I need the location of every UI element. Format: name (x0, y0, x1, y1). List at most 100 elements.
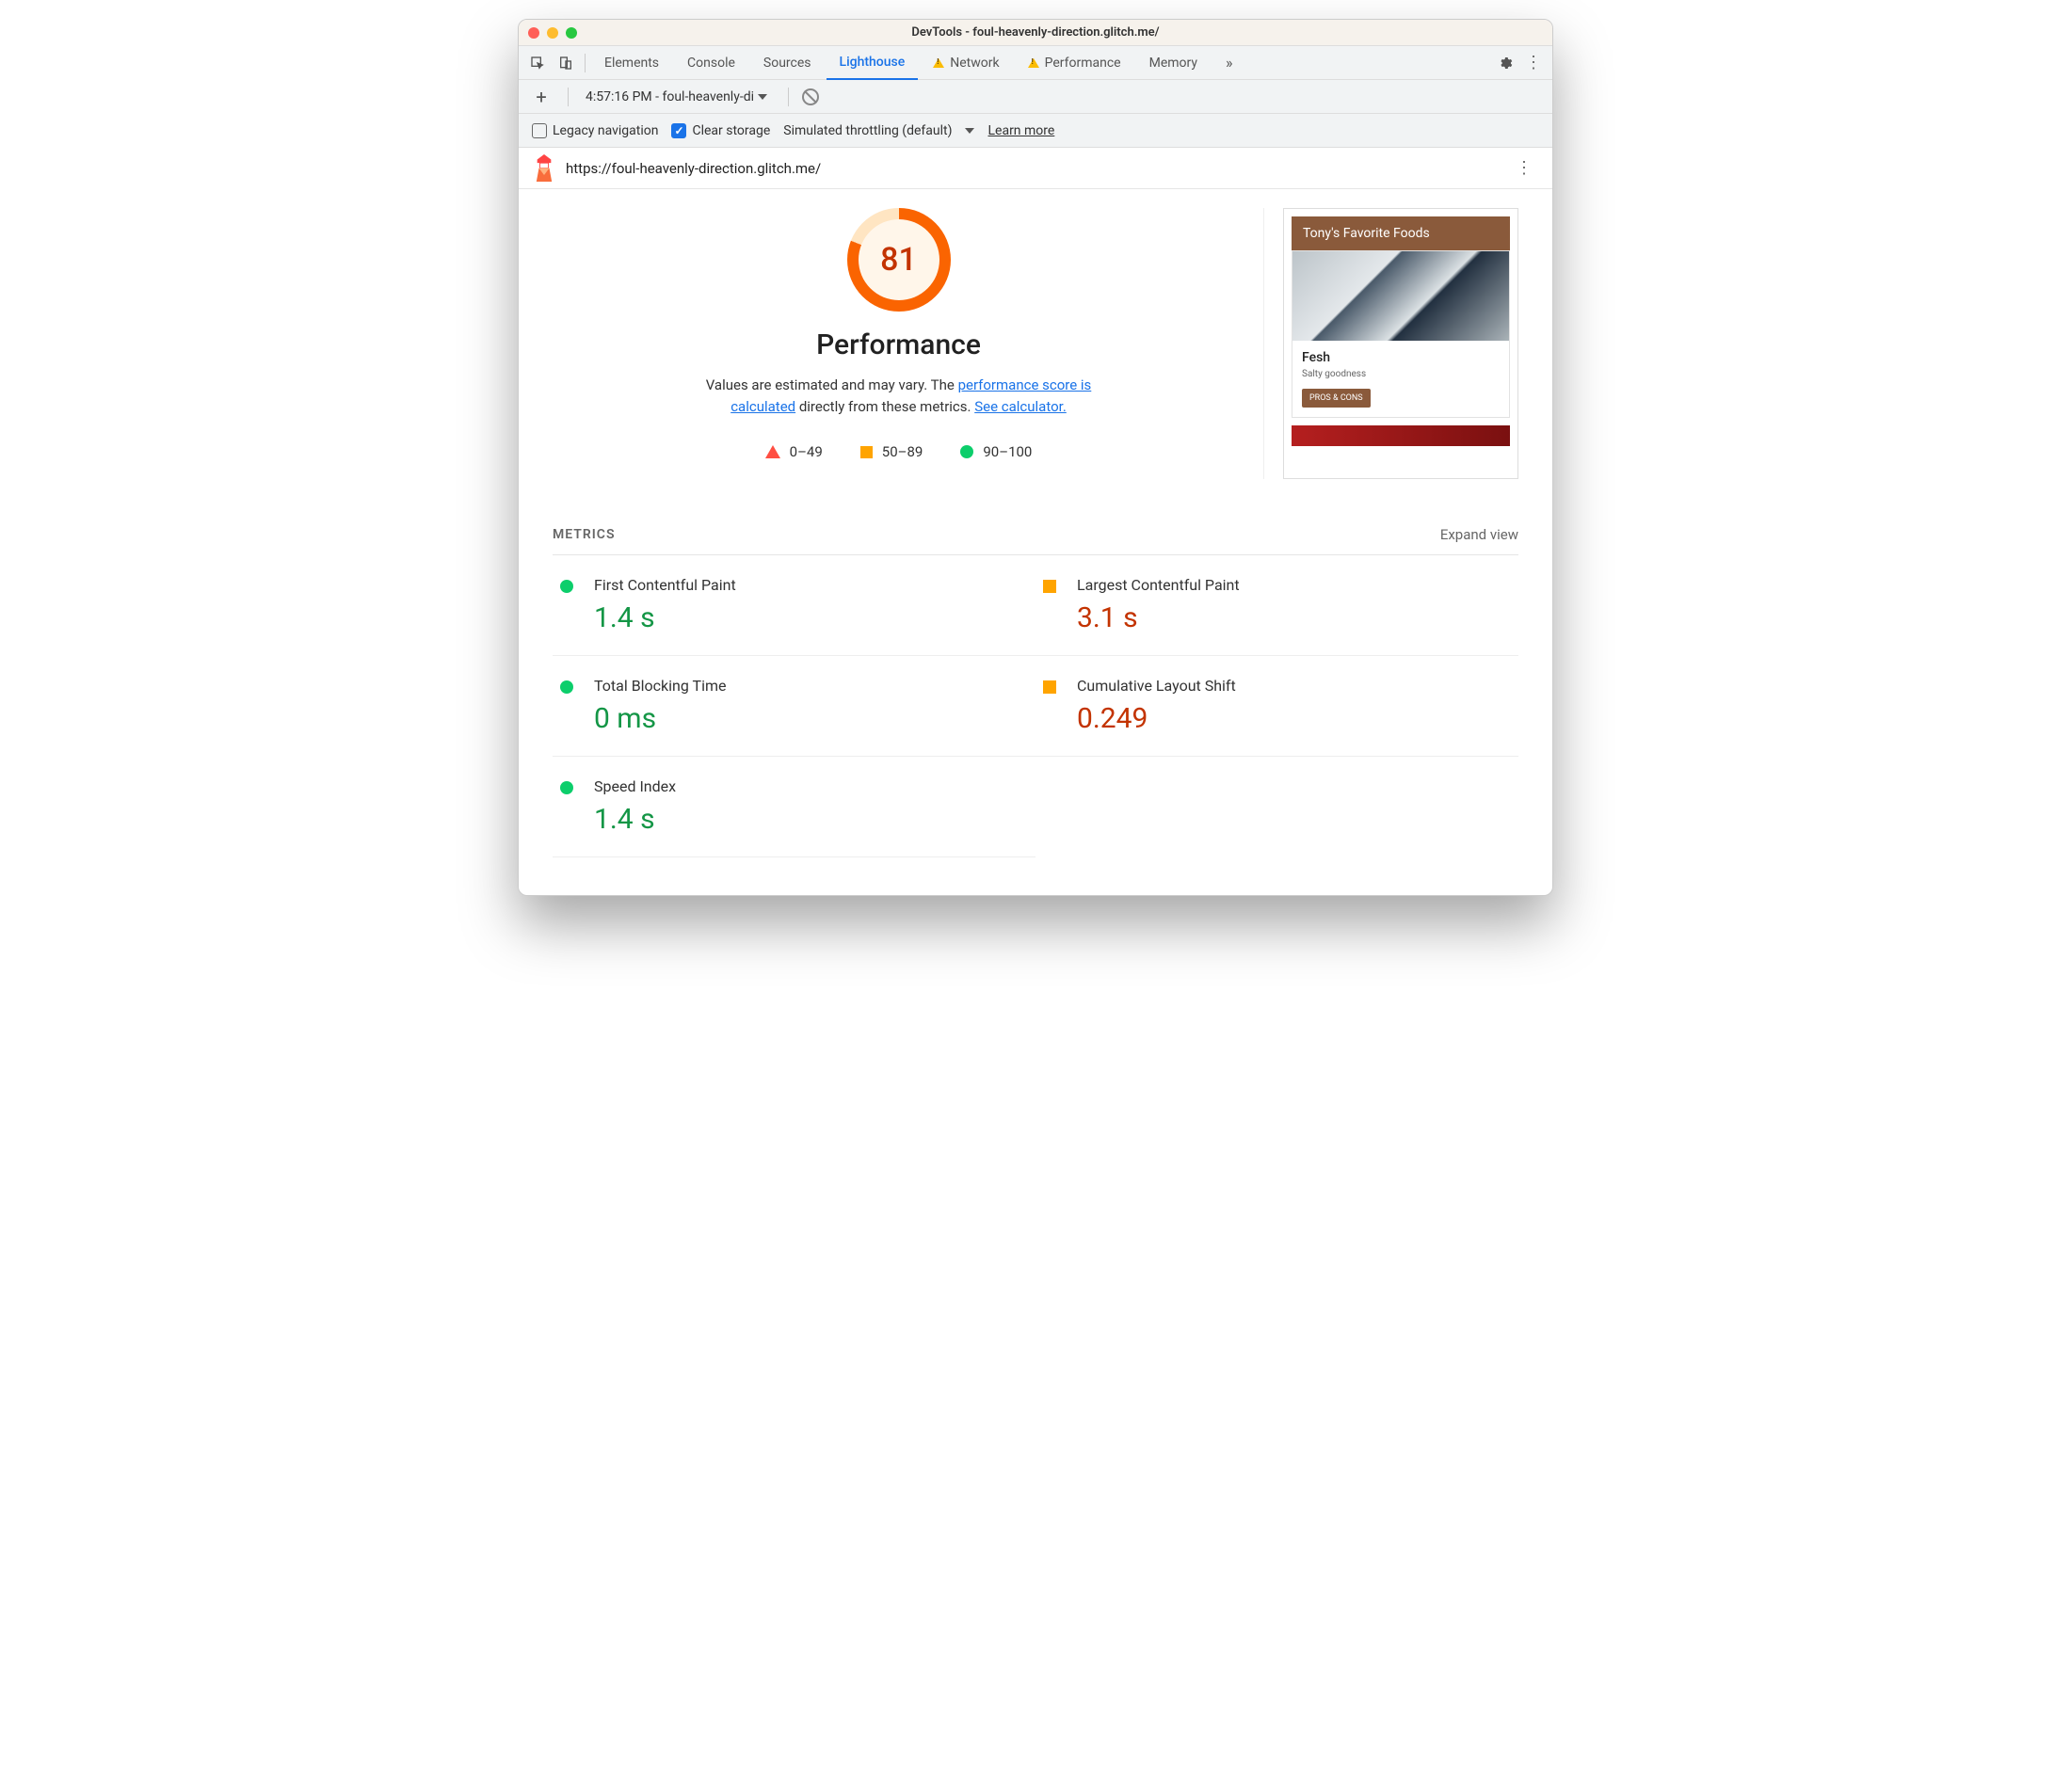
preview-image (1292, 251, 1509, 341)
tab-label: Memory (1149, 56, 1197, 71)
tab-label: Performance (1045, 56, 1121, 71)
circle-icon (560, 781, 573, 794)
metric-value: 3.1 s (1077, 601, 1240, 634)
score-value: 81 (859, 219, 939, 300)
clear-storage-checkbox[interactable]: Clear storage (671, 123, 770, 138)
warning-icon (933, 58, 944, 68)
category-title: Performance (816, 328, 981, 361)
settings-gear-icon[interactable] (1492, 50, 1518, 76)
metric-row[interactable]: First Contentful Paint1.4 s (553, 555, 1036, 656)
preview-image (1292, 425, 1510, 446)
chevron-right-icon (1226, 54, 1233, 72)
window-title: DevTools - foul-heavenly-direction.glitc… (519, 25, 1552, 40)
report-dropdown[interactable]: 4:57:16 PM - foul-heavenly-di (582, 89, 775, 104)
report-menu-icon[interactable]: ⋮ (1511, 155, 1537, 182)
preview-header: Tony's Favorite Foods (1292, 216, 1510, 250)
preview-card-title: Fesh (1302, 350, 1500, 365)
legacy-navigation-checkbox[interactable]: Legacy navigation (532, 123, 658, 138)
legend-mid: 50–89 (860, 443, 923, 460)
page-screenshot-preview: Tony's Favorite Foods Fesh Salty goodnes… (1283, 208, 1518, 479)
metric-value: 1.4 s (594, 803, 676, 836)
legend-label: 50–89 (882, 443, 923, 460)
devtools-window: DevTools - foul-heavenly-direction.glitc… (518, 19, 1553, 896)
desc-text: Values are estimated and may vary. The (706, 376, 958, 393)
tab-label: Elements (604, 56, 659, 71)
preview-card-button: PROS & CONS (1302, 389, 1371, 408)
tab-sources[interactable]: Sources (750, 46, 825, 80)
checkbox-checked-icon (671, 123, 686, 138)
lighthouse-logo-icon (534, 154, 554, 182)
tab-console[interactable]: Console (674, 46, 748, 80)
minimize-window-button[interactable] (547, 27, 558, 39)
score-gauge[interactable]: 81 (847, 208, 951, 312)
metric-row[interactable]: Cumulative Layout Shift 0.249 (1036, 656, 1518, 757)
lighthouse-report: 81 Performance Values are estimated and … (519, 189, 1552, 895)
tab-label: Network (950, 56, 999, 71)
tab-lighthouse[interactable]: Lighthouse (827, 46, 919, 80)
chevron-down-icon (965, 128, 974, 134)
preview-card: Fesh Salty goodness PROS & CONS (1292, 250, 1510, 418)
legend-label: 90–100 (983, 443, 1032, 460)
metric-value: 0 ms (594, 702, 726, 735)
square-icon (1043, 680, 1056, 694)
see-calculator-link[interactable]: See calculator. (974, 398, 1067, 415)
metric-row[interactable]: Total Blocking Time 0 ms (553, 656, 1036, 757)
close-window-button[interactable] (528, 27, 539, 39)
metric-name: Largest Contentful Paint (1077, 576, 1240, 594)
metric-name: First Contentful Paint (594, 576, 736, 594)
window-titlebar: DevTools - foul-heavenly-direction.glitc… (519, 20, 1552, 46)
chevron-down-icon (758, 94, 767, 100)
circle-icon (560, 580, 573, 593)
throttling-dropdown[interactable]: Simulated throttling (default) (783, 123, 974, 138)
lighthouse-options: Legacy navigation Clear storage Simulate… (519, 114, 1552, 148)
metric-name: Cumulative Layout Shift (1077, 677, 1236, 695)
checkbox-label: Clear storage (692, 123, 770, 138)
report-dropdown-label: 4:57:16 PM - foul-heavenly-di (586, 89, 754, 104)
metric-row[interactable]: Largest Contentful Paint 3.1 s (1036, 555, 1518, 656)
new-report-button[interactable]: + (528, 84, 554, 110)
learn-more-link[interactable]: Learn more (987, 123, 1054, 138)
expand-view-toggle[interactable]: Expand view (1440, 526, 1518, 543)
circle-icon (960, 445, 973, 458)
legend-label: 0–49 (790, 443, 823, 460)
legend-low: 0–49 (765, 443, 823, 460)
kebab-menu-icon[interactable]: ⋮ (1520, 50, 1547, 76)
tab-elements[interactable]: Elements (591, 46, 672, 80)
tab-performance[interactable]: Performance (1015, 46, 1134, 80)
metrics-grid: First Contentful Paint1.4 sLargest Conte… (553, 555, 1518, 857)
throttling-label: Simulated throttling (default) (783, 123, 952, 138)
desc-text: directly from these metrics. (795, 398, 974, 415)
metrics-header: METRICS Expand view (553, 526, 1518, 555)
metric-value: 0.249 (1077, 702, 1236, 735)
square-icon (860, 446, 873, 458)
tab-label: Lighthouse (840, 55, 906, 70)
clear-report-icon[interactable] (802, 88, 819, 105)
triangle-icon (765, 445, 780, 458)
lighthouse-toolbar: + 4:57:16 PM - foul-heavenly-di (519, 80, 1552, 114)
device-toolbar-icon[interactable] (553, 50, 579, 76)
checkbox-icon (532, 123, 547, 138)
maximize-window-button[interactable] (566, 27, 577, 39)
tab-network[interactable]: Network (920, 46, 1012, 80)
score-description: Values are estimated and may vary. The p… (692, 375, 1106, 417)
tab-overflow[interactable] (1212, 46, 1246, 80)
separator (788, 88, 789, 106)
separator (568, 88, 569, 106)
square-icon (1043, 580, 1056, 593)
traffic-lights (528, 27, 577, 39)
metric-name: Speed Index (594, 777, 676, 795)
tab-memory[interactable]: Memory (1136, 46, 1211, 80)
checkbox-label: Legacy navigation (553, 123, 658, 138)
metric-row[interactable]: Speed Index 1.4 s (553, 757, 1036, 857)
tab-label: Console (687, 56, 735, 71)
inspect-element-icon[interactable] (524, 50, 551, 76)
metric-name: Total Blocking Time (594, 677, 726, 695)
report-url-row: https://foul-heavenly-direction.glitch.m… (519, 148, 1552, 189)
score-summary: 81 Performance Values are estimated and … (553, 208, 1264, 479)
separator (585, 54, 586, 72)
preview-card-subtitle: Salty goodness (1302, 369, 1500, 379)
legend-high: 90–100 (960, 443, 1032, 460)
metrics-heading: METRICS (553, 527, 616, 542)
score-legend: 0–49 50–89 90–100 (765, 443, 1033, 460)
tab-label: Sources (763, 56, 811, 71)
